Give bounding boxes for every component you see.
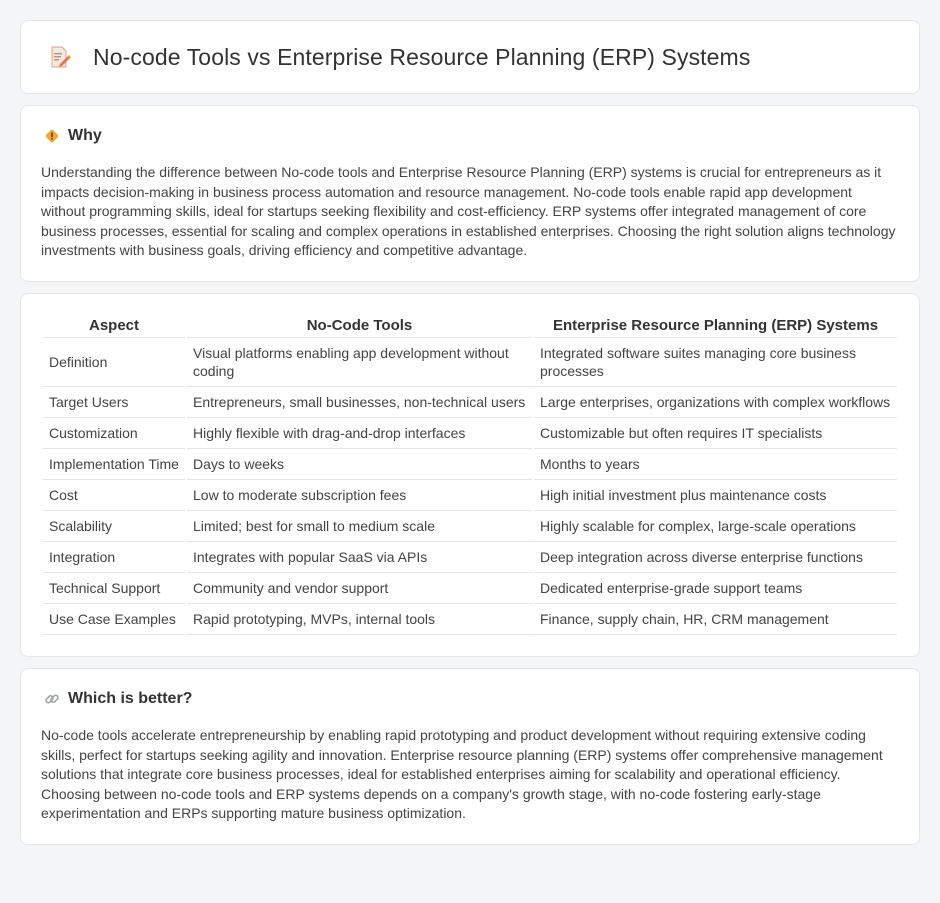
cell-no-code: Rapid prototyping, MVPs, internal tools [187, 604, 532, 635]
comparison-table-card: Aspect No-Code Tools Enterprise Resource… [20, 292, 920, 657]
cell-no-code: Days to weeks [187, 449, 532, 480]
table-row: Implementation Time Days to weeks Months… [43, 449, 897, 480]
cell-erp: Customizable but often requires IT speci… [534, 418, 897, 449]
table-row: Definition Visual platforms enabling app… [43, 338, 897, 387]
table-row: Target Users Entrepreneurs, small busine… [43, 387, 897, 418]
cell-erp: Finance, supply chain, HR, CRM managemen… [534, 604, 897, 635]
header-no-code: No-Code Tools [187, 316, 532, 338]
cell-no-code: Integrates with popular SaaS via APIs [187, 542, 532, 573]
which-is-better-header: Which is better? [41, 690, 899, 708]
cell-no-code: Community and vendor support [187, 573, 532, 604]
cell-no-code: Limited; best for small to medium scale [187, 511, 532, 542]
cell-aspect: Definition [43, 338, 185, 387]
which-is-better-paragraph: No-code tools accelerate entrepreneurshi… [41, 726, 883, 822]
document-pencil-icon [47, 45, 71, 69]
cell-erp: Large enterprises, organizations with co… [534, 387, 897, 418]
table-row: Use Case Examples Rapid prototyping, MVP… [43, 604, 897, 635]
which-is-better-heading: Which is better? [68, 689, 193, 707]
cell-erp: Highly scalable for complex, large-scale… [534, 511, 897, 542]
cell-aspect: Technical Support [43, 573, 185, 604]
why-section: Why Understanding the difference between… [20, 105, 920, 282]
cell-no-code: Highly flexible with drag-and-drop inter… [187, 418, 532, 449]
cell-erp: Integrated software suites managing core… [534, 338, 897, 387]
cell-aspect: Use Case Examples [43, 604, 185, 635]
cell-erp: High initial investment plus maintenance… [534, 480, 897, 511]
why-heading: Why [68, 127, 102, 144]
table-row: Scalability Limited; best for small to m… [43, 511, 897, 542]
cell-no-code: Visual platforms enabling app developmen… [187, 338, 532, 387]
table-row: Technical Support Community and vendor s… [43, 573, 897, 604]
cell-aspect: Cost [43, 480, 185, 511]
title-card: No-code Tools vs Enterprise Resource Pla… [20, 20, 920, 94]
link-icon [43, 690, 61, 708]
cell-no-code: Entrepreneurs, small businesses, non-tec… [187, 387, 532, 418]
cell-no-code: Low to moderate subscription fees [187, 480, 532, 511]
cell-erp: Deep integration across diverse enterpri… [534, 542, 897, 573]
cell-erp: Months to years [534, 449, 897, 480]
cell-aspect: Integration [43, 542, 185, 573]
table-row: Customization Highly flexible with drag-… [43, 418, 897, 449]
which-is-better-section: Which is better? No-code tools accelerat… [20, 667, 920, 845]
cell-erp: Dedicated enterprise-grade support teams [534, 573, 897, 604]
diamond-warning-icon [43, 127, 61, 145]
comparison-table: Aspect No-Code Tools Enterprise Resource… [41, 316, 899, 635]
table-header-row: Aspect No-Code Tools Enterprise Resource… [43, 316, 897, 338]
cell-aspect: Implementation Time [43, 449, 185, 480]
table-row: Cost Low to moderate subscription fees H… [43, 480, 897, 511]
why-header: Why [41, 127, 899, 145]
page-title: No-code Tools vs Enterprise Resource Pla… [93, 43, 751, 70]
why-paragraph: Understanding the difference between No-… [41, 164, 896, 259]
cell-aspect: Target Users [43, 387, 185, 418]
header-aspect: Aspect [43, 316, 185, 338]
cell-aspect: Customization [43, 418, 185, 449]
header-erp: Enterprise Resource Planning (ERP) Syste… [534, 316, 897, 338]
table-row: Integration Integrates with popular SaaS… [43, 542, 897, 573]
cell-aspect: Scalability [43, 511, 185, 542]
